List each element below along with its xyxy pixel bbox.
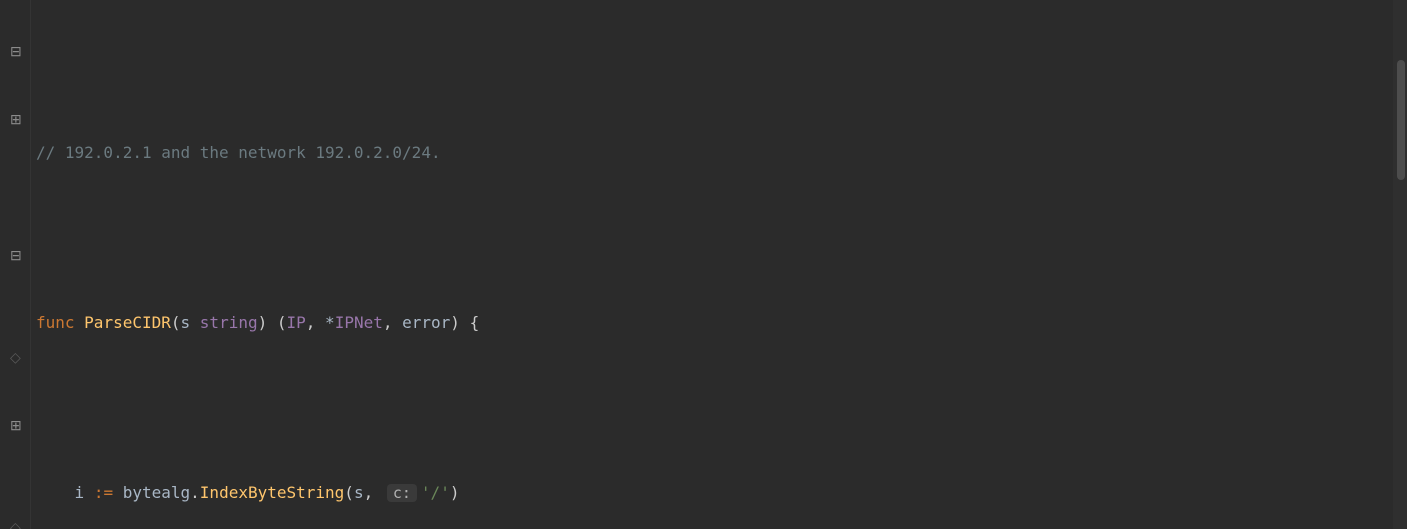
close-paren: ) bbox=[450, 483, 460, 502]
code-line[interactable]: i := bytealg.IndexByteString(s, c:'/') bbox=[36, 476, 1407, 510]
gutter-fold-icon[interactable]: ◇ bbox=[10, 342, 22, 354]
comma: , bbox=[364, 483, 374, 502]
code-line[interactable]: func ParseCIDR(s string) (IP, *IPNet, er… bbox=[36, 306, 1407, 340]
gutter-fold-icon[interactable]: ⊟ bbox=[10, 240, 22, 252]
inlay-hint: c: bbox=[387, 484, 417, 502]
code-editor[interactable]: ⊟ ⊞ ⊟ ◇ ⊞ ◇ // 192.0.2.1 and the network… bbox=[0, 0, 1407, 529]
gutter-fold-icon[interactable]: ⊞ bbox=[10, 104, 22, 116]
return-type: error bbox=[402, 313, 450, 332]
assign-op: := bbox=[94, 483, 113, 502]
dot: . bbox=[190, 483, 200, 502]
return-type: IPNet bbox=[335, 313, 383, 332]
function-name: ParseCIDR bbox=[84, 313, 171, 332]
gutter-fold-icon[interactable]: ⊟ bbox=[10, 36, 22, 48]
char-literal: '/' bbox=[421, 483, 450, 502]
keyword-func: func bbox=[36, 313, 75, 332]
param-type: string bbox=[200, 313, 258, 332]
package-ref: bytealg bbox=[123, 483, 190, 502]
return-type: IP bbox=[287, 313, 306, 332]
vertical-scrollbar[interactable] bbox=[1393, 0, 1407, 529]
gutter: ⊟ ⊞ ⊟ ◇ ⊞ ◇ bbox=[0, 0, 31, 529]
gutter-fold-icon[interactable]: ◇ bbox=[10, 512, 22, 524]
code-line[interactable]: // 192.0.2.1 and the network 192.0.2.0/2… bbox=[36, 136, 1407, 170]
arg-s: s bbox=[354, 483, 364, 502]
pointer-star: * bbox=[325, 313, 335, 332]
param-name: s bbox=[181, 313, 191, 332]
comment: // 192.0.2.1 and the network 192.0.2.0/2… bbox=[36, 143, 441, 162]
var-i: i bbox=[75, 483, 85, 502]
gutter-fold-icon[interactable]: ⊞ bbox=[10, 410, 22, 422]
call-IndexByteString: IndexByteString bbox=[200, 483, 345, 502]
code-area[interactable]: // 192.0.2.1 and the network 192.0.2.0/2… bbox=[36, 0, 1407, 529]
open-brace: { bbox=[470, 313, 480, 332]
